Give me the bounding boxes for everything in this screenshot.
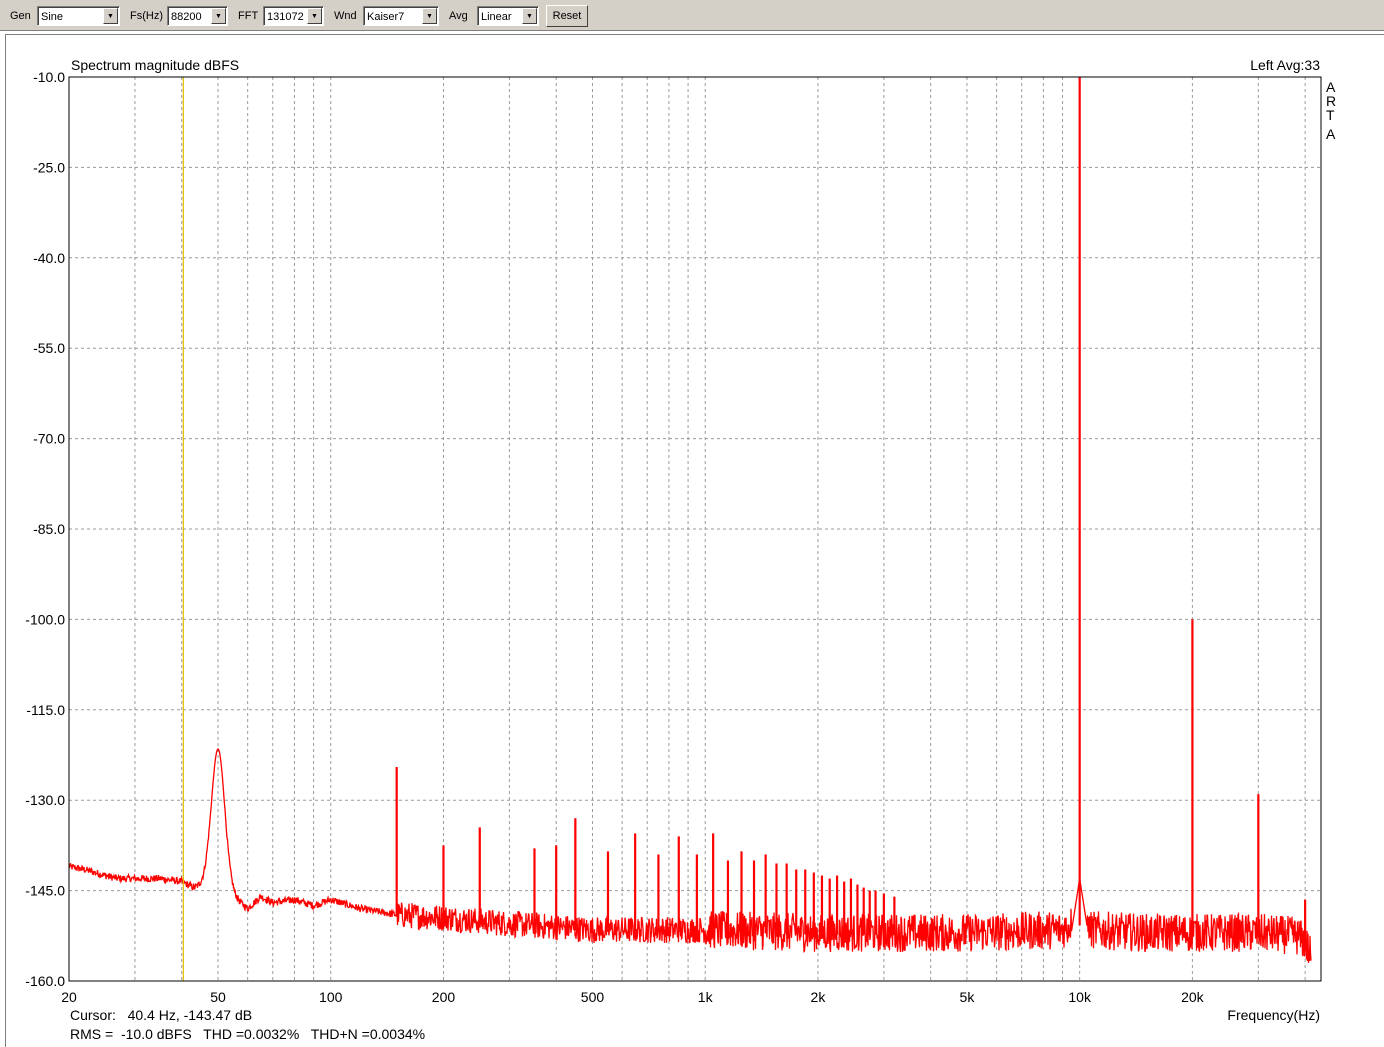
series-noise-floor [68, 748, 1312, 963]
x-tick-label: 20 [61, 989, 77, 1005]
arta-letter-a2: A [1326, 126, 1336, 142]
x-tick-label: 500 [581, 989, 605, 1005]
y-tick-label: -115.0 [26, 702, 65, 718]
y-tick-label: -160.0 [25, 973, 65, 989]
channel-avg-info: Left Avg:33 [1250, 57, 1320, 73]
x-tick-label: 1k [698, 989, 714, 1005]
x-tick-label: 5k [960, 989, 976, 1005]
grid [69, 76, 1321, 982]
x-tick-label: 100 [319, 989, 343, 1005]
y-tick-label: -40.0 [33, 250, 65, 266]
series-harmonic-peaks [395, 77, 1307, 944]
x-tick-label: 10k [1068, 989, 1092, 1005]
y-tick-label: -130.0 [25, 792, 65, 808]
spectrum-chart[interactable]: -10.0 -25.0 -40.0 -55.0 -70.0 -85.0 -100.0 -115… [0, 0, 1384, 1047]
chart-title: Spectrum magnitude dBFS [71, 57, 239, 73]
x-axis-label: Frequency(Hz) [1227, 1007, 1320, 1023]
cursor-readout: Cursor: 40.4 Hz, -143.47 dB [70, 1007, 252, 1023]
stats-readout: RMS = -10.0 dBFS THD =0.0032% THD+N =0.0… [70, 1026, 425, 1042]
y-tick-label: -85.0 [33, 521, 65, 537]
y-tick-label: -70.0 [33, 431, 65, 447]
y-tick-label: -100.0 [25, 611, 65, 627]
x-tick-label: 2k [811, 989, 827, 1005]
y-tick-label: -145.0 [25, 883, 65, 899]
x-axis-labels: 20 50 100 200 500 1k 2k 5k 10k 20k [61, 989, 1204, 1005]
arta-letter-t: T [1326, 107, 1335, 123]
y-axis-labels: -10.0 -25.0 -40.0 -55.0 -70.0 -85.0 -100.0 -115… [25, 69, 65, 989]
y-tick-label: -25.0 [33, 159, 65, 175]
x-tick-label: 200 [432, 989, 456, 1005]
x-tick-label: 50 [210, 989, 226, 1005]
x-tick-label: 20k [1181, 989, 1205, 1005]
y-tick-label: -10.0 [33, 69, 65, 85]
y-tick-label: -55.0 [33, 340, 65, 356]
